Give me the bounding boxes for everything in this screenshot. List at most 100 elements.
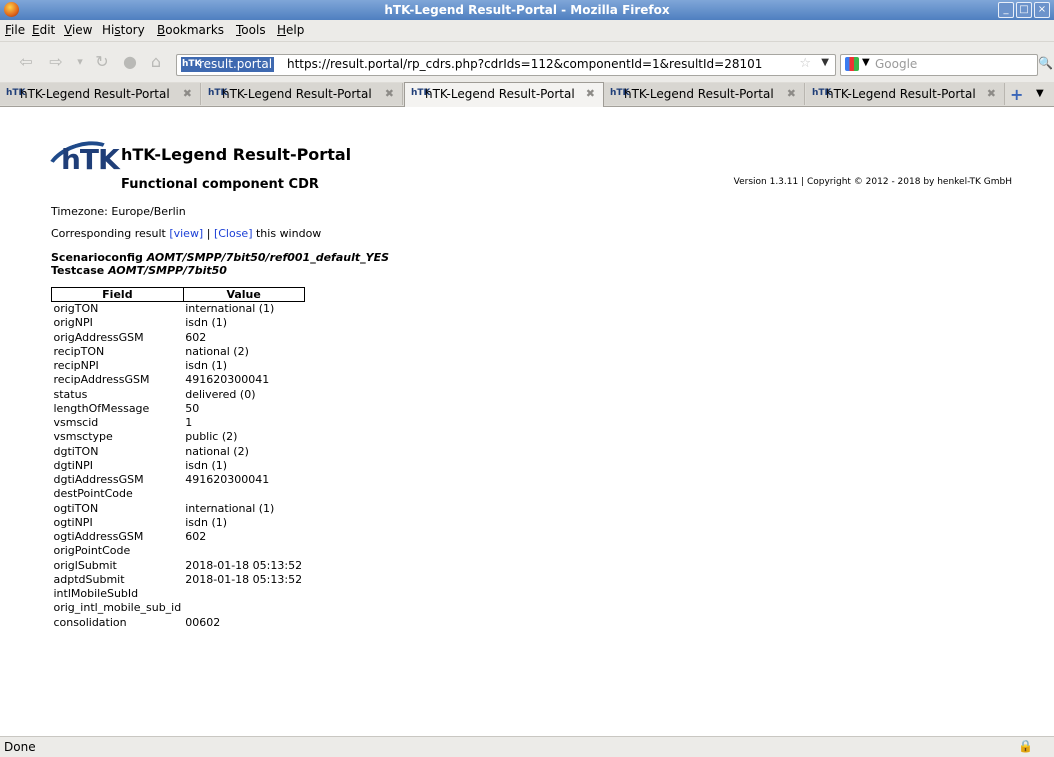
field-cell: orig_intl_mobile_sub_id bbox=[53, 601, 182, 615]
tab-close-icon[interactable]: ✖ bbox=[987, 87, 996, 100]
value-cell: isdn (1) bbox=[185, 316, 228, 330]
field-cell: ogtiNPI bbox=[53, 515, 93, 529]
tab-label: hTK-Legend Result-Portal bbox=[20, 87, 170, 101]
menu-file[interactable]: File bbox=[5, 23, 25, 37]
field-cell: ogtiTON bbox=[53, 501, 99, 515]
field-cell: vsmscid bbox=[53, 416, 99, 430]
corresponding-prefix: Corresponding result bbox=[51, 227, 170, 240]
menu-help[interactable]: Help bbox=[277, 23, 304, 37]
version-copyright: Version 1.3.11 | Copyright © 2012 - 2018… bbox=[733, 177, 1012, 187]
menu-bar: File Edit View History Bookmarks Tools H… bbox=[0, 20, 1054, 42]
tab-close-icon[interactable]: ✖ bbox=[787, 87, 796, 100]
table-row: orig_intl_mobile_sub_id bbox=[52, 601, 305, 615]
menu-bookmarks[interactable]: Bookmarks bbox=[157, 23, 224, 37]
table-row: destPointCode bbox=[52, 487, 305, 501]
search-go-icon[interactable]: 🔍 bbox=[1038, 56, 1053, 70]
field-cell: origTON bbox=[53, 302, 99, 316]
view-link[interactable]: [view] bbox=[169, 227, 203, 240]
stop-icon[interactable]: ● bbox=[120, 52, 140, 72]
table-row: origAddressGSM 602 bbox=[52, 331, 305, 345]
htk-logo: hTK bbox=[39, 132, 125, 200]
url-dropdown-icon[interactable]: ▼ bbox=[821, 57, 829, 68]
field-cell: recipTON bbox=[53, 344, 105, 358]
value-cell: 2018-01-18 05:13:52 bbox=[185, 558, 303, 572]
new-tab-icon[interactable]: + bbox=[1010, 85, 1023, 104]
back-icon[interactable]: ⇦ bbox=[16, 52, 36, 72]
field-cell: origAddressGSM bbox=[53, 330, 144, 344]
page-title: hTK-Legend Result-Portal bbox=[121, 145, 352, 164]
window-titlebar: hTK-Legend Result-Portal - Mozilla Firef… bbox=[0, 0, 1054, 20]
reload-icon[interactable]: ↻ bbox=[92, 52, 112, 72]
window-controls: _ □ × bbox=[998, 2, 1050, 18]
table-row: origNPI isdn (1) bbox=[52, 316, 305, 330]
corresponding-result-line: Corresponding result [view] | [Close] th… bbox=[51, 227, 321, 240]
search-placeholder[interactable]: Google bbox=[875, 57, 917, 71]
tab-label: hTK-Legend Result-Portal bbox=[624, 87, 774, 101]
table-row: lengthOfMessage 50 bbox=[52, 402, 305, 416]
scenario-label: Scenarioconfig bbox=[51, 251, 147, 264]
value-cell: 50 bbox=[185, 401, 200, 415]
menu-view[interactable]: View bbox=[64, 23, 92, 37]
lock-icon[interactable]: 🔒 bbox=[1018, 739, 1033, 753]
table-row: consolidation 00602 bbox=[52, 616, 305, 630]
corresponding-suffix: this window bbox=[252, 227, 322, 240]
tab-close-icon[interactable]: ✖ bbox=[586, 87, 595, 100]
value-cell: isdn (1) bbox=[185, 515, 228, 529]
minimize-button[interactable]: _ bbox=[998, 2, 1014, 18]
table-row: origlSubmit 2018-01-18 05:13:52 bbox=[52, 559, 305, 573]
menu-edit[interactable]: Edit bbox=[32, 23, 55, 37]
home-icon[interactable]: ⌂ bbox=[146, 52, 166, 72]
history-dropdown-icon[interactable]: ▾ bbox=[70, 52, 90, 72]
close-window-button[interactable]: × bbox=[1034, 2, 1050, 18]
value-cell: 00602 bbox=[185, 615, 221, 629]
value-cell: 491620300041 bbox=[185, 373, 270, 387]
tab-list-dropdown-icon[interactable]: ▼ bbox=[1036, 88, 1044, 99]
scenario-value: AOMT/SMPP/7bit50/ref001_default_YES bbox=[146, 251, 390, 264]
field-cell: origlSubmit bbox=[53, 558, 117, 572]
tab-5[interactable]: hTK hTK-Legend Result-Portal ✖ bbox=[806, 83, 1005, 105]
value-cell bbox=[183, 487, 304, 501]
tab-1[interactable]: hTK hTK-Legend Result-Portal ✖ bbox=[0, 83, 201, 105]
tab-close-icon[interactable]: ✖ bbox=[385, 87, 394, 100]
close-link[interactable]: [Close] bbox=[214, 227, 253, 240]
menu-tools[interactable]: Tools bbox=[236, 23, 266, 37]
tab-3-active[interactable]: hTK hTK-Legend Result-Portal ✖ bbox=[404, 82, 604, 107]
tab-close-icon[interactable]: ✖ bbox=[183, 87, 192, 100]
search-bar[interactable]: ▼ Google bbox=[840, 54, 1038, 76]
site-favicon-icon: hTK bbox=[182, 59, 202, 69]
url-bar[interactable]: result.portal hTK https://result.portal/… bbox=[176, 54, 836, 76]
field-cell: origNPI bbox=[53, 316, 93, 330]
tab-2[interactable]: hTK hTK-Legend Result-Portal ✖ bbox=[202, 83, 403, 105]
value-cell bbox=[183, 544, 304, 558]
field-cell: destPointCode bbox=[53, 487, 133, 501]
tab-4[interactable]: hTK hTK-Legend Result-Portal ✖ bbox=[604, 83, 805, 105]
value-cell: 491620300041 bbox=[185, 473, 270, 487]
scenarioconfig-line: Scenarioconfig AOMT/SMPP/7bit50/ref001_d… bbox=[51, 251, 389, 264]
value-cell: national (2) bbox=[185, 344, 249, 358]
menu-history[interactable]: History bbox=[102, 23, 145, 37]
value-cell: delivered (0) bbox=[185, 387, 256, 401]
url-text[interactable]: https://result.portal/rp_cdrs.php?cdrIds… bbox=[287, 57, 762, 72]
search-engine-dropdown-icon[interactable]: ▼ bbox=[862, 57, 870, 68]
bookmark-star-icon[interactable]: ☆ bbox=[799, 56, 811, 71]
page-content: hTK hTK-Legend Result-Portal Functional … bbox=[0, 107, 1054, 736]
value-cell bbox=[183, 601, 304, 615]
field-cell: status bbox=[53, 387, 88, 401]
field-cell: intlMobileSubId bbox=[53, 587, 139, 601]
google-engine-icon[interactable] bbox=[845, 57, 859, 71]
table-row: ogtiTON international (1) bbox=[52, 502, 305, 516]
forward-icon[interactable]: ⇨ bbox=[46, 52, 66, 72]
table-row: dgtiNPI isdn (1) bbox=[52, 459, 305, 473]
value-cell: isdn (1) bbox=[185, 458, 228, 472]
field-cell: recipAddressGSM bbox=[53, 373, 150, 387]
status-text: Done bbox=[4, 740, 36, 754]
value-cell: 1 bbox=[185, 416, 193, 430]
value-cell: public (2) bbox=[185, 430, 238, 444]
maximize-button[interactable]: □ bbox=[1016, 2, 1032, 18]
table-row: vsmscid 1 bbox=[52, 416, 305, 430]
table-header-row: Field Value bbox=[51, 287, 305, 302]
field-cell: consolidation bbox=[53, 615, 127, 629]
cdr-table-body: origTON international (1) origNPI isdn (1) o… bbox=[52, 302, 305, 630]
testcase-label: Testcase bbox=[51, 264, 109, 277]
page-subtitle: Functional component CDR bbox=[121, 177, 319, 192]
